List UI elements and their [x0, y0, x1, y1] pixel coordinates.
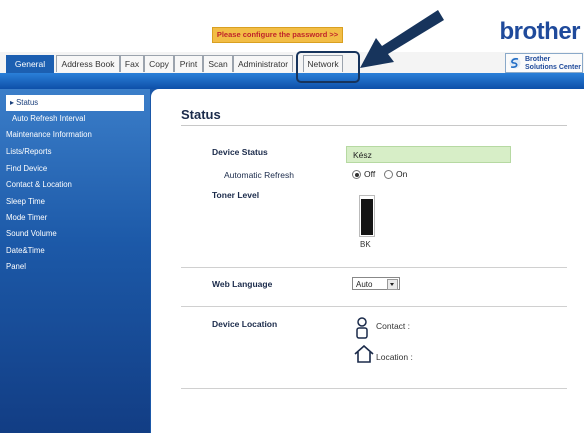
device-location-label: Device Location	[212, 319, 278, 329]
solutions-center-line2: Solutions Center	[525, 63, 582, 71]
sidebar: ▸ Status Auto Refresh Interval Maintenan…	[0, 89, 150, 433]
location-label: Location :	[376, 352, 413, 362]
refresh-on-label: On	[396, 169, 408, 179]
sidebar-item-lists-reports[interactable]: Lists/Reports	[0, 144, 150, 160]
tab-fax[interactable]: Fax	[120, 55, 144, 72]
web-language-select[interactable]: Auto	[352, 277, 400, 290]
sidebar-item-sleep-time[interactable]: Sleep Time	[0, 194, 150, 210]
web-language-label: Web Language	[212, 279, 273, 289]
sidebar-item-find-device[interactable]: Find Device	[0, 161, 150, 177]
refresh-off-label: Off	[364, 169, 376, 179]
main-panel	[151, 89, 584, 433]
tab-print[interactable]: Print	[174, 55, 203, 72]
refresh-off-radio[interactable]	[352, 170, 361, 179]
section-divider	[181, 388, 567, 389]
tab-copy[interactable]: Copy	[144, 55, 174, 72]
sidebar-item-panel[interactable]: Panel	[0, 259, 150, 275]
person-icon	[356, 317, 368, 339]
web-language-value: Auto	[356, 280, 373, 289]
sidebar-item-mode-timer[interactable]: Mode Timer	[0, 210, 150, 226]
brother-logo: brother	[499, 18, 581, 45]
page-title: Status	[181, 107, 221, 122]
configure-password-link[interactable]: Please configure the password >>	[212, 27, 343, 43]
toner-level-label: Toner Level	[212, 190, 260, 200]
title-divider	[181, 125, 567, 126]
menu-bar	[0, 73, 584, 89]
device-status-label: Device Status	[212, 147, 268, 157]
section-divider	[181, 306, 567, 307]
sidebar-item-maintenance-information[interactable]: Maintenance Information	[0, 127, 150, 143]
tab-general[interactable]: General	[6, 55, 54, 74]
sidebar-item-contact-location[interactable]: Contact & Location	[0, 177, 150, 193]
toner-color-label: BK	[360, 240, 371, 249]
device-status-value: Kész	[346, 146, 511, 163]
pointer-arrow-icon	[360, 10, 444, 68]
solutions-center-line1: Brother	[525, 56, 551, 63]
tab-address-book[interactable]: Address Book	[56, 55, 120, 72]
sidebar-item-auto-refresh-interval[interactable]: Auto Refresh Interval	[0, 111, 150, 127]
sidebar-item-status[interactable]: ▸ Status	[6, 95, 144, 111]
top-bar	[0, 0, 584, 52]
section-divider	[181, 267, 567, 268]
toner-gauge	[359, 195, 375, 237]
solutions-center-swirl-icon	[509, 57, 521, 69]
sidebar-item-date-time[interactable]: Date&Time	[0, 243, 150, 259]
solutions-center-button[interactable]: Brother Solutions Center	[505, 53, 583, 73]
sidebar-item-sound-volume[interactable]: Sound Volume	[0, 226, 150, 242]
chevron-down-icon[interactable]	[387, 279, 398, 290]
tab-strip: General Address Book Fax Copy Print Scan…	[0, 52, 584, 74]
automatic-refresh-label: Automatic Refresh	[224, 170, 294, 180]
contact-label: Contact :	[376, 321, 411, 331]
solutions-center-label: Brother Solutions Center	[525, 56, 581, 71]
network-tab-highlight	[296, 51, 360, 83]
tab-scan[interactable]: Scan	[203, 55, 233, 72]
tab-administrator[interactable]: Administrator	[233, 55, 293, 72]
house-icon	[354, 345, 374, 363]
toner-fill	[361, 199, 373, 235]
refresh-on-radio[interactable]	[384, 170, 393, 179]
